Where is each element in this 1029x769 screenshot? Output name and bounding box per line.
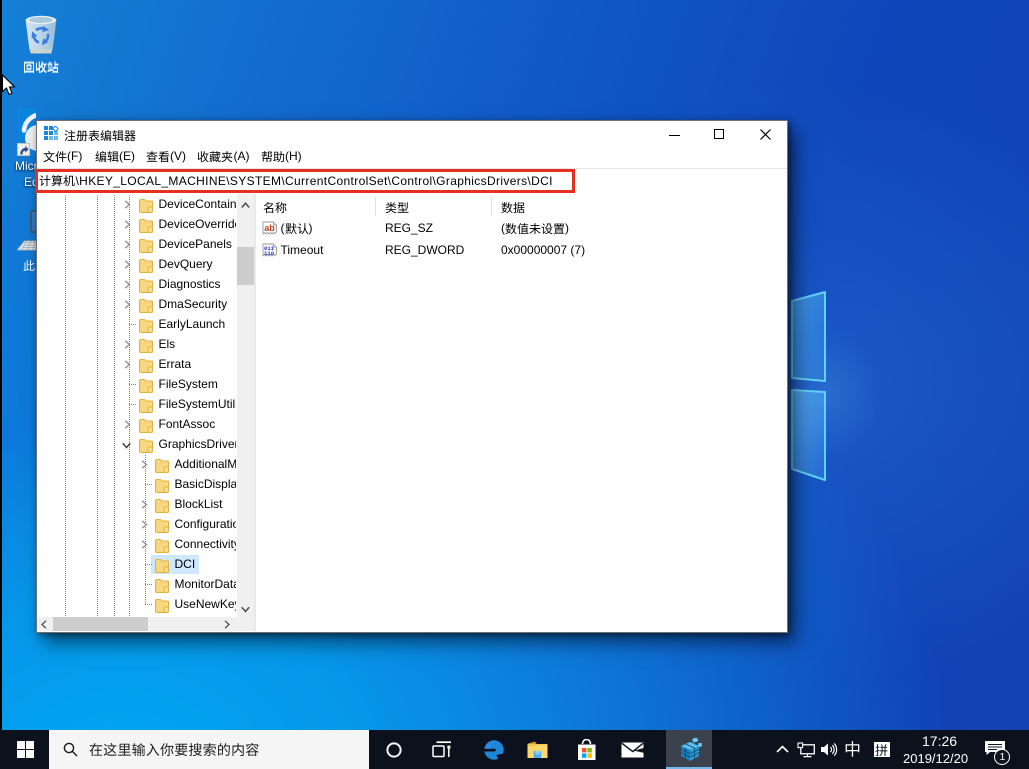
svg-text:ab: ab bbox=[264, 223, 275, 233]
svg-text:110: 110 bbox=[264, 250, 275, 257]
